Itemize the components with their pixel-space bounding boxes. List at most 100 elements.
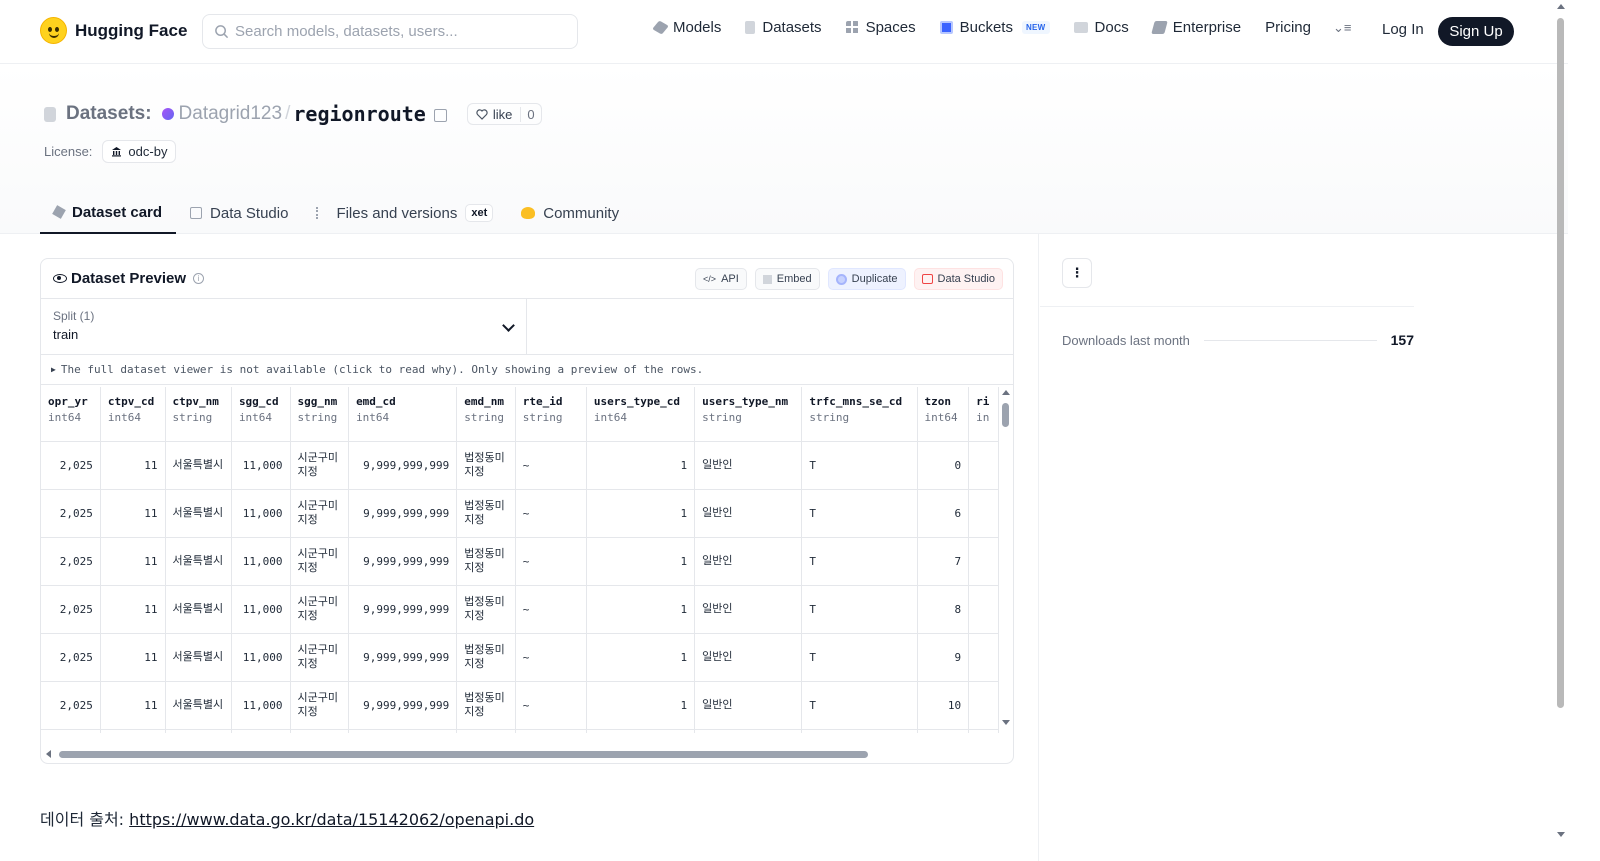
like-button[interactable]: like 0 [466, 103, 542, 125]
column-name: emd_nm [464, 395, 504, 408]
nav-spaces-link[interactable]: Spaces [845, 19, 916, 36]
embed-icon [762, 274, 772, 284]
nav-enterprise-link[interactable]: Enterprise [1150, 19, 1241, 36]
license-tag[interactable]: odc-by [102, 140, 177, 163]
table-cell: 서울특별시 [165, 585, 232, 634]
repo-tabs: Dataset card Data Studio Files and versi… [40, 192, 633, 234]
table-row[interactable]: 2,025 11 서울특별시 11,000 시군구미지정 9,999,999,999 법정동… [41, 681, 999, 730]
tab-dataset-card-label: Dataset card [72, 203, 163, 221]
column-header[interactable]: ri in [968, 387, 999, 442]
repo-name[interactable]: regionroute [293, 102, 425, 126]
more-options-button[interactable]: ⋮ [1062, 258, 1092, 288]
column-header[interactable]: ctpv_nm string [165, 387, 232, 442]
column-name: ctpv_cd [107, 395, 155, 408]
table-row[interactable]: 2,025 11 서울특별시 11,000 시군구미지정 9,999,999,999 법정동… [41, 489, 999, 538]
table-vertical-scrollbar[interactable] [999, 387, 1013, 743]
column-header[interactable]: opr_yr int64 [41, 387, 101, 442]
page-scroll-thumb[interactable] [1557, 18, 1564, 708]
table-horizontal-scrollbar[interactable] [41, 745, 999, 763]
embed-label: Embed [776, 273, 812, 285]
info-icon[interactable]: i [193, 273, 205, 284]
column-header[interactable]: users_type_nm string [694, 387, 803, 442]
column-header[interactable]: users_type_cd int64 [586, 387, 696, 442]
table-row[interactable]: 2,025 11 서울특별시 11,000 시군구미지정 9,999,999,999 법정동… [41, 537, 999, 586]
embed-button[interactable]: Embed [754, 268, 820, 290]
table-cell: T [801, 441, 918, 490]
data-studio-button[interactable]: Data Studio [913, 268, 1003, 290]
table-row[interactable]: 서울특별시 시군구미지정 법정동미지정 [41, 729, 999, 733]
column-header[interactable]: ctpv_cd int64 [100, 387, 166, 442]
repo-header: Datasets: Datagrid123 / regionroute like… [0, 64, 1568, 234]
vertical-scroll-thumb[interactable] [1002, 403, 1009, 427]
table-cell: 시군구미지정 [290, 729, 350, 733]
table-cell: 8 [917, 585, 970, 634]
tab-community[interactable]: Community [507, 192, 633, 234]
tab-dataset-card[interactable]: Dataset card [40, 192, 177, 234]
table-row[interactable]: 2,025 11 서울특별시 11,000 시군구미지정 9,999,999,999 법정동… [41, 633, 999, 682]
like-count: 0 [520, 106, 540, 122]
table-cell: 11 [100, 633, 166, 682]
login-link[interactable]: Log In [1382, 21, 1424, 38]
license-row: License: odc-by [44, 140, 177, 163]
like-label: like [492, 106, 513, 122]
nav-datasets-label: Datasets [762, 19, 822, 36]
column-header[interactable]: rte_id string [515, 387, 587, 442]
column-header[interactable]: sgg_cd int64 [231, 387, 291, 442]
more-menu-icon[interactable]: ⌄≡ [1333, 20, 1351, 36]
tab-files-and-versions[interactable]: Files and versions xet [302, 192, 507, 234]
table-cell: 11 [100, 585, 166, 634]
nav-datasets-link[interactable]: Datasets [745, 19, 822, 36]
table-row[interactable]: 2,025 11 서울특별시 11,000 시군구미지정 9,999,999,999 법정동… [41, 585, 999, 634]
brand-name: Hugging Face [75, 20, 188, 40]
column-header[interactable]: emd_nm string [456, 387, 516, 442]
column-header[interactable]: tzon int64 [917, 387, 970, 442]
nav-docs-link[interactable]: Docs [1073, 19, 1129, 36]
table-cell: 서울특별시 [165, 633, 232, 682]
table-cell: 9,999,999,999 [348, 489, 458, 538]
table-cell [348, 729, 458, 733]
column-header[interactable]: sgg_nm string [290, 387, 350, 442]
repo-title: Datasets: Datagrid123 / regionroute like… [44, 102, 542, 126]
brand-link[interactable]: Hugging Face [40, 17, 187, 44]
page-scroll-down-icon[interactable] [1557, 832, 1565, 837]
api-label: API [721, 273, 739, 285]
copy-icon[interactable] [433, 108, 447, 122]
org-link[interactable]: Datagrid123 [179, 103, 283, 125]
search-input[interactable]: Search models, datasets, users... [202, 14, 578, 49]
horizontal-scroll-thumb[interactable] [59, 751, 868, 758]
search-icon [215, 25, 229, 39]
table-cell: 법정동미지정 [456, 585, 516, 634]
column-header[interactable]: emd_cd int64 [348, 387, 458, 442]
table-cell: ~ [515, 585, 587, 634]
scroll-left-icon[interactable] [46, 750, 51, 758]
viewer-notice[interactable]: ▶ The full dataset viewer is not availab… [41, 355, 1013, 385]
models-icon [652, 20, 669, 35]
page-scroll-up-icon[interactable] [1557, 4, 1565, 9]
table-cell [801, 729, 918, 733]
column-type: int64 [238, 411, 273, 424]
table-cell: 1 [586, 681, 696, 730]
page-scrollbar[interactable] [1554, 0, 1568, 861]
split-label: Split (1) [53, 309, 95, 323]
files-icon [316, 207, 328, 219]
data-source-link[interactable]: https://www.data.go.kr/data/15142062/ope… [129, 810, 534, 829]
table-cell: 9,999,999,999 [348, 441, 458, 490]
scroll-up-icon[interactable] [1002, 390, 1010, 395]
table-cell: 9,999,999,999 [348, 633, 458, 682]
nav-buckets-link[interactable]: Buckets NEW [939, 19, 1050, 36]
table-row[interactable]: 2,025 11 서울특별시 11,000 시군구미지정 9,999,999,999 법정동… [41, 441, 999, 490]
split-select[interactable]: Split (1) train [41, 299, 527, 354]
column-name: emd_cd [356, 395, 396, 408]
column-header[interactable]: trfc_mns_se_cd string [801, 387, 918, 442]
nav-models-link[interactable]: Models [652, 19, 721, 36]
preview-table: opr_yr int64 ctpv_cd int64 ctpv_nm string sgg_… [41, 387, 999, 733]
nav-pricing-link[interactable]: Pricing [1265, 19, 1311, 36]
table-cell [586, 729, 696, 733]
duplicate-button[interactable]: Duplicate [827, 268, 906, 290]
preview-table-container[interactable]: opr_yr int64 ctpv_cd int64 ctpv_nm string sgg_… [41, 387, 999, 733]
api-button[interactable]: </> API [695, 268, 747, 290]
signup-button[interactable]: Sign Up [1438, 17, 1514, 46]
column-name: ri [976, 395, 990, 408]
tab-data-studio[interactable]: Data Studio [176, 192, 302, 234]
scroll-down-icon[interactable] [1002, 720, 1010, 725]
